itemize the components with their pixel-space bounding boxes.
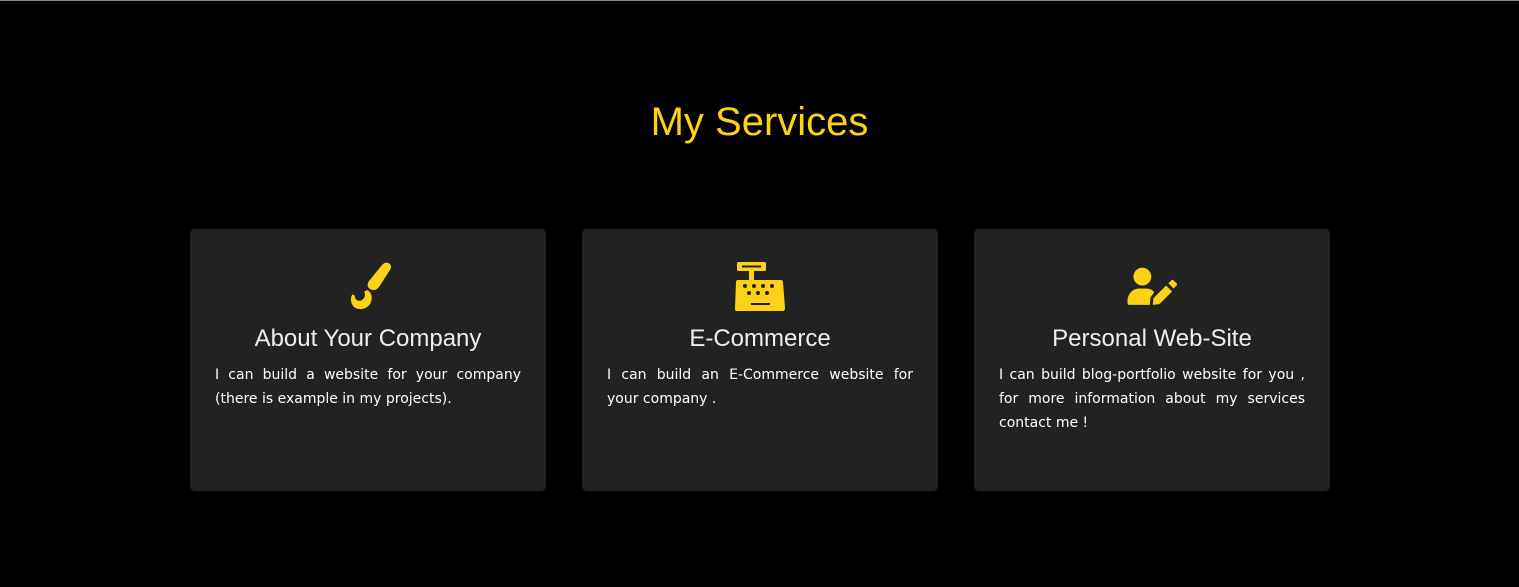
service-title: E-Commerce <box>689 325 831 352</box>
service-description: I can build blog-portfolio website for y… <box>999 367 1305 431</box>
service-card-personal: Personal Web-Site I can build blog-portf… <box>974 229 1330 491</box>
section-title: My Services <box>650 100 869 144</box>
services-list: About Your Company I can build a website… <box>190 229 1330 491</box>
service-title: About Your Company <box>254 325 482 352</box>
paintbrush-icon <box>215 261 521 313</box>
service-description: I can build an E-Commerce website for yo… <box>607 367 913 407</box>
user-pen-icon <box>999 261 1305 313</box>
service-card-ecommerce: E-Commerce I can build an E-Commerce web… <box>582 229 938 491</box>
service-card-company: About Your Company I can build a website… <box>190 229 546 491</box>
service-title: Personal Web-Site <box>1052 325 1252 352</box>
cash-register-icon <box>607 261 913 313</box>
service-description: I can build a website for your company (… <box>215 367 521 407</box>
